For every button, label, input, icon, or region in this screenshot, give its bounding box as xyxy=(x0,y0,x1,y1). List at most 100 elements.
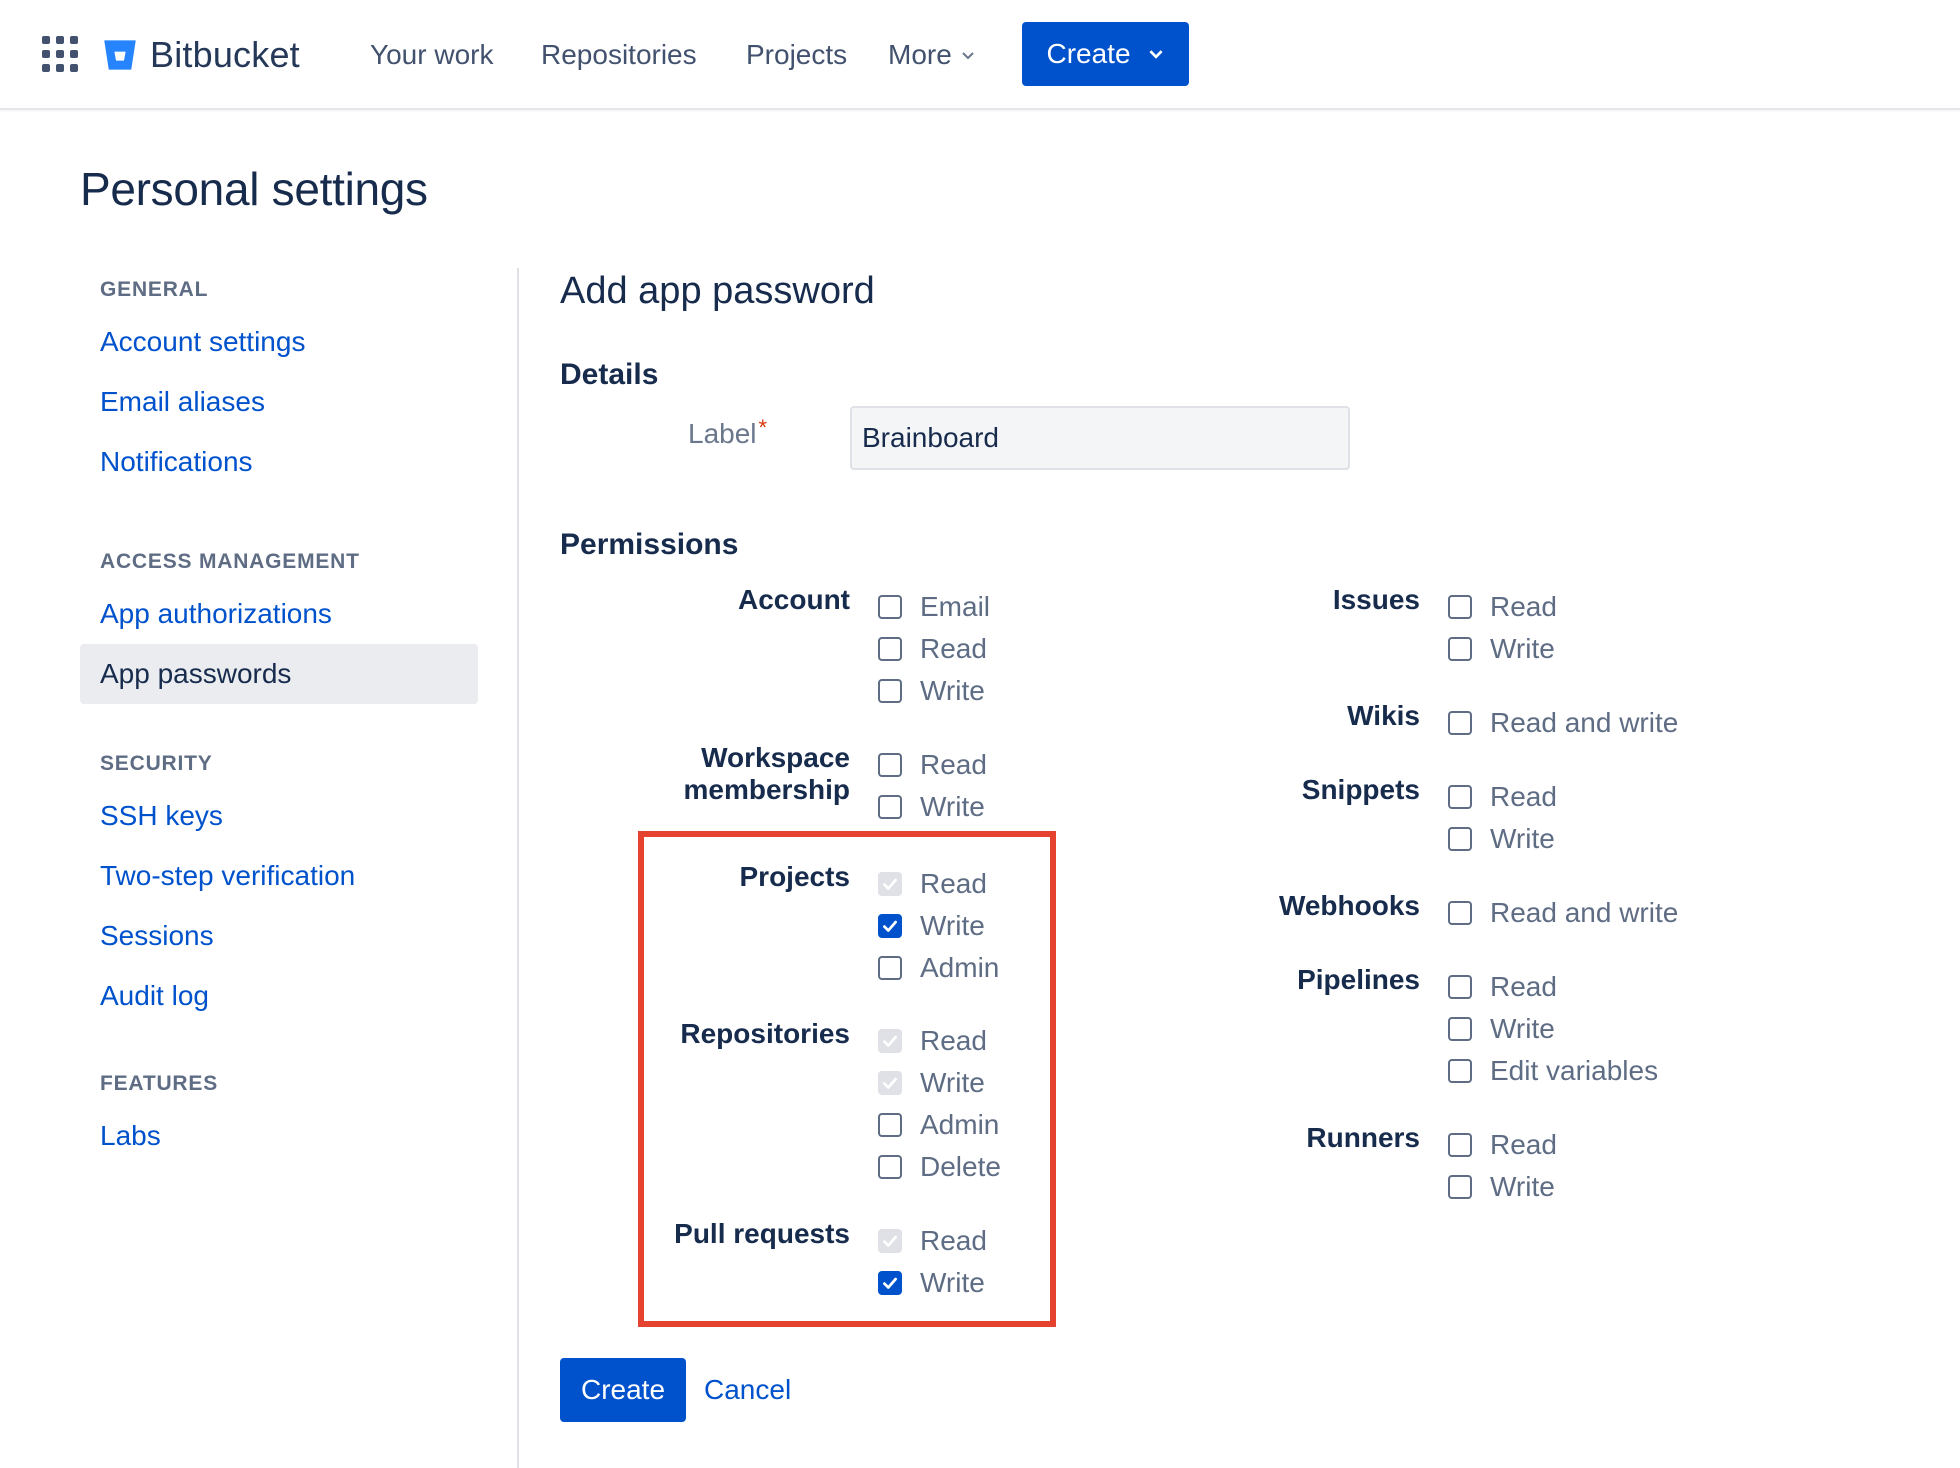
permission-option-label: Read and write xyxy=(1490,707,1679,738)
sidebar-item-ssh-keys[interactable]: SSH keys xyxy=(80,786,480,846)
permission-account-email-option[interactable]: Email xyxy=(878,586,990,628)
sidebar-item-sessions[interactable]: Sessions xyxy=(80,906,480,966)
permission-account-read-option[interactable]: Read xyxy=(878,628,987,670)
checkmark-icon xyxy=(883,1235,897,1247)
permission-webhooks-read-and-write-checkbox[interactable] xyxy=(1448,901,1472,925)
permission-wikis-read-and-write-option[interactable]: Read and write xyxy=(1448,702,1678,744)
permission-snippets-write-checkbox[interactable] xyxy=(1448,827,1472,851)
sidebar-item-notifications[interactable]: Notifications xyxy=(80,432,480,492)
permission-wikis-read-and-write-checkbox[interactable] xyxy=(1448,711,1472,735)
sidebar-item-email-aliases[interactable]: Email aliases xyxy=(80,372,480,432)
highlight-annotation-box xyxy=(638,831,1056,1327)
permission-pipelines-read-checkbox[interactable] xyxy=(1448,975,1472,999)
required-marker: * xyxy=(758,415,768,440)
permission-repositories-admin-option[interactable]: Admin xyxy=(878,1104,999,1146)
permission-repositories-delete-option[interactable]: Delete xyxy=(878,1146,1001,1188)
checkmark-icon xyxy=(883,878,897,890)
permission-option-label: Read xyxy=(1490,971,1557,1002)
permission-option-label: Read xyxy=(920,633,987,664)
permission-repositories-delete-checkbox[interactable] xyxy=(878,1155,902,1179)
permission-option-label: Read xyxy=(1490,1129,1557,1160)
permission-projects-write-checkbox[interactable] xyxy=(878,914,902,938)
create-button-label: Create xyxy=(1046,38,1131,69)
sidebar-heading-features: FEATURES xyxy=(100,1072,219,1095)
permission-pull-requests-read-option[interactable]: Read xyxy=(878,1220,987,1262)
permission-group-account-label: Account xyxy=(738,584,850,615)
sidebar-item-account-settings[interactable]: Account settings xyxy=(80,312,480,372)
permission-workspace-membership-read-option[interactable]: Read xyxy=(878,744,987,786)
permission-issues-write-option[interactable]: Write xyxy=(1448,628,1555,670)
label-field-label: Label* xyxy=(688,415,768,450)
permission-account-write-checkbox[interactable] xyxy=(878,679,902,703)
sidebar-divider xyxy=(517,268,519,1468)
permission-workspace-membership-read-checkbox[interactable] xyxy=(878,753,902,777)
permission-snippets-write-option[interactable]: Write xyxy=(1448,818,1555,860)
permission-repositories-admin-checkbox[interactable] xyxy=(878,1113,902,1137)
permission-account-read-checkbox[interactable] xyxy=(878,637,902,661)
permission-pipelines-edit-variables-option[interactable]: Edit variables xyxy=(1448,1050,1658,1092)
nav-more[interactable]: More xyxy=(888,28,976,82)
permission-repositories-write-option[interactable]: Write xyxy=(878,1062,985,1104)
permission-runners-read-checkbox[interactable] xyxy=(1448,1133,1472,1157)
permission-option-label: Admin xyxy=(920,952,1000,983)
create-button[interactable]: Create xyxy=(1022,22,1189,86)
nav-repositories[interactable]: Repositories xyxy=(541,28,697,82)
sidebar-item-two-step-verification[interactable]: Two-step verification xyxy=(80,846,480,906)
permission-runners-read-option[interactable]: Read xyxy=(1448,1124,1557,1166)
permission-group-workspace-membership-label-line: membership xyxy=(683,774,851,805)
permission-runners-write-checkbox[interactable] xyxy=(1448,1175,1472,1199)
permission-group-projects-label: Projects xyxy=(739,861,851,892)
permission-projects-write-option[interactable]: Write xyxy=(878,905,985,947)
permission-workspace-membership-write-option[interactable]: Write xyxy=(878,786,985,828)
sidebar-item-app-authorizations[interactable]: App authorizations xyxy=(80,584,480,644)
permission-option-label: Write xyxy=(920,910,985,941)
permission-repositories-read-option[interactable]: Read xyxy=(878,1020,987,1062)
permission-issues-read-checkbox[interactable] xyxy=(1448,595,1472,619)
permission-projects-admin-option[interactable]: Admin xyxy=(878,947,999,989)
sidebar-heading-general: GENERAL xyxy=(100,278,209,301)
permission-group-webhooks-label: Webhooks xyxy=(1278,890,1420,921)
permissions-heading: Permissions xyxy=(560,528,739,561)
permission-pull-requests-write-option[interactable]: Write xyxy=(878,1262,985,1304)
permission-option-label: Delete xyxy=(920,1151,1001,1182)
permission-issues-write-checkbox[interactable] xyxy=(1448,637,1472,661)
permission-account-write-option[interactable]: Write xyxy=(878,670,985,712)
permission-runners-write-option[interactable]: Write xyxy=(1448,1166,1555,1208)
permission-option-label: Email xyxy=(920,591,991,622)
permission-account-email-checkbox[interactable] xyxy=(878,595,902,619)
permission-group-workspace-membership-label: Workspace membership xyxy=(684,742,851,806)
permission-pipelines-read-option[interactable]: Read xyxy=(1448,966,1557,1008)
permission-snippets-read-option[interactable]: Read xyxy=(1448,776,1557,818)
permission-projects-read-option[interactable]: Read xyxy=(878,863,987,905)
sidebar-item-labs[interactable]: Labs xyxy=(80,1106,480,1166)
permission-projects-admin-checkbox[interactable] xyxy=(878,956,902,980)
permission-pipelines-edit-variables-checkbox[interactable] xyxy=(1448,1059,1472,1083)
label-input[interactable] xyxy=(850,406,1350,470)
permission-webhooks-read-and-write-option[interactable]: Read and write xyxy=(1448,892,1678,934)
permission-option-label: Write xyxy=(920,675,985,706)
permission-option-label: Read xyxy=(1490,781,1557,812)
form-title: Add app password xyxy=(560,270,875,312)
sidebar-item-app-passwords[interactable]: App passwords xyxy=(80,644,478,704)
permission-pipelines-write-checkbox[interactable] xyxy=(1448,1017,1472,1041)
permission-option-label: Edit variables xyxy=(1490,1055,1659,1086)
permission-option-label: Write xyxy=(1490,823,1555,854)
bitbucket-logo[interactable]: Bitbucket xyxy=(102,28,300,82)
cancel-link[interactable]: Cancel xyxy=(704,1358,791,1422)
sidebar-item-audit-log[interactable]: Audit log xyxy=(80,966,480,1026)
permission-option-label: Write xyxy=(920,791,985,822)
permission-workspace-membership-write-checkbox[interactable] xyxy=(878,795,902,819)
nav-projects[interactable]: Projects xyxy=(746,28,847,82)
permission-snippets-read-checkbox[interactable] xyxy=(1448,785,1472,809)
permission-pull-requests-write-checkbox[interactable] xyxy=(878,1271,902,1295)
permission-pipelines-write-option[interactable]: Write xyxy=(1448,1008,1555,1050)
permission-issues-read-option[interactable]: Read xyxy=(1448,586,1557,628)
checkmark-icon xyxy=(883,1277,897,1289)
permission-option-label: Read xyxy=(920,749,987,780)
permission-option-label: Write xyxy=(920,1067,985,1098)
create-password-button[interactable]: Create xyxy=(560,1358,686,1422)
permission-group-pull-requests-label: Pull requests xyxy=(674,1218,850,1249)
nav-your-work[interactable]: Your work xyxy=(370,28,493,82)
app-switcher-icon[interactable] xyxy=(42,36,78,72)
permission-option-label: Write xyxy=(920,1267,985,1298)
